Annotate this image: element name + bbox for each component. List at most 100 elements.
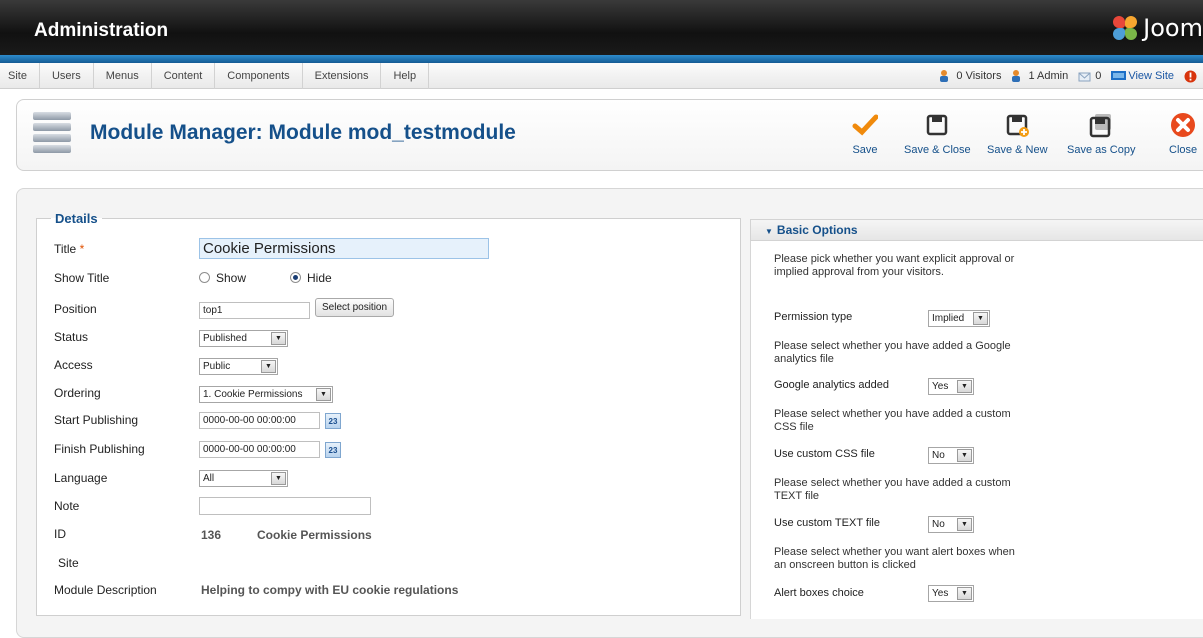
title-input[interactable]: Cookie Permissions (199, 238, 489, 259)
custom-text-select[interactable]: No ▼ (928, 516, 974, 533)
start-publishing-input[interactable]: 0000-00-00 00:00:00 (199, 412, 320, 429)
ordering-select[interactable]: 1. Cookie Permissions ▼ (199, 386, 333, 403)
joomla-logo-text: Joom (1143, 14, 1203, 42)
permission-description: Please pick whether you want explicit ap… (774, 253, 1015, 278)
view-site-link[interactable]: View Site (1111, 70, 1174, 82)
menu-item-menus[interactable]: Menus (94, 63, 152, 89)
custom-css-label: Use custom CSS file (774, 448, 875, 460)
position-input[interactable]: top1 (199, 302, 310, 319)
position-label: Position (54, 302, 97, 316)
menu-item-components[interactable]: Components (215, 63, 303, 89)
calendar-icon[interactable]: 23 (325, 442, 341, 458)
save-copy-icon (1088, 112, 1114, 138)
admin-icon (1011, 70, 1024, 82)
save-new-icon (1004, 112, 1030, 138)
save-copy-label: Save as Copy (1067, 144, 1136, 156)
admins-status[interactable]: 1 Admin (1011, 70, 1068, 82)
main-menu: Site Users Menus Content Components Exte… (0, 63, 430, 89)
custom-css-select[interactable]: No ▼ (928, 447, 974, 464)
module-description-value: Helping to compy with EU cookie regulati… (201, 583, 459, 597)
show-option-label: Show (216, 271, 247, 285)
basic-options-header[interactable]: ▼ Basic Options (750, 219, 1203, 241)
chevron-down-icon: ▼ (271, 332, 286, 345)
chevron-down-icon: ▼ (316, 388, 331, 401)
details-fieldset: Details (36, 211, 741, 616)
start-publishing-label: Start Publishing (54, 413, 139, 427)
hide-option-label: Hide (307, 271, 332, 285)
google-analytics-label: Google analytics added (774, 379, 889, 391)
chevron-down-icon: ▼ (957, 380, 972, 393)
save-close-button[interactable]: Save & Close (904, 112, 971, 156)
select-position-button[interactable]: Select position (315, 298, 395, 317)
visitors-status[interactable]: 0 Visitors (939, 70, 1001, 82)
messages-status[interactable]: 0 (1078, 70, 1101, 82)
language-select[interactable]: All ▼ (199, 470, 288, 487)
site-label: Site (58, 556, 79, 570)
chevron-down-icon: ▼ (957, 449, 972, 462)
menu-item-extensions[interactable]: Extensions (303, 63, 382, 89)
menu-item-site[interactable]: Site (0, 63, 40, 89)
note-input[interactable] (199, 497, 371, 515)
monitor-icon (1111, 70, 1127, 82)
calendar-icon[interactable]: 23 (325, 413, 341, 429)
id-value: 136 (201, 528, 222, 542)
close-label: Close (1169, 144, 1198, 156)
close-icon (1170, 112, 1196, 138)
admin-title: Administration (34, 20, 169, 41)
basic-options-title: Basic Options (776, 223, 858, 237)
expand-triangle-icon: ▼ (765, 227, 773, 236)
view-site-label: View Site (1128, 70, 1174, 82)
visitors-count: 0 Visitors (956, 70, 1002, 82)
hide-radio[interactable] (290, 272, 301, 283)
show-title-show-option[interactable]: Show (199, 271, 246, 285)
details-legend: Details (55, 211, 98, 226)
permission-type-select[interactable]: Implied ▼ (928, 310, 990, 327)
logout-status[interactable] (1184, 70, 1201, 83)
finish-publishing-input[interactable]: 0000-00-00 00:00:00 (199, 441, 320, 458)
visitors-icon (939, 70, 952, 82)
google-analytics-select[interactable]: Yes ▼ (928, 378, 974, 395)
menu-item-content[interactable]: Content (152, 63, 216, 89)
main-menu-bar: Site Users Menus Content Components Exte… (0, 63, 1203, 89)
messages-count: 0 (1095, 70, 1102, 82)
note-label: Note (54, 499, 80, 513)
chevron-down-icon: ▼ (957, 587, 972, 600)
language-value: All (203, 472, 215, 484)
title-label: Title * (54, 242, 84, 256)
finish-publishing-label: Finish Publishing (54, 442, 145, 456)
custom-text-description: Please select whether you have added a c… (774, 477, 1011, 502)
custom-text-label: Use custom TEXT file (774, 517, 880, 529)
checkmark-icon (852, 112, 879, 138)
alert-boxes-select[interactable]: Yes ▼ (928, 585, 974, 602)
save-close-icon (924, 112, 950, 138)
logout-icon (1184, 70, 1197, 83)
permission-type-value: Implied (932, 312, 965, 324)
save-copy-button[interactable]: Save as Copy (1067, 112, 1135, 156)
save-new-label: Save & New (987, 144, 1048, 156)
custom-css-description: Please select whether you have added a c… (774, 408, 1011, 433)
save-new-button[interactable]: Save & New (987, 112, 1048, 156)
status-select[interactable]: Published ▼ (199, 330, 288, 347)
show-title-label: Show Title (54, 271, 110, 285)
menu-item-users[interactable]: Users (40, 63, 94, 89)
title-label-text: Title (54, 242, 77, 256)
access-select[interactable]: Public ▼ (199, 358, 278, 375)
chevron-down-icon: ▼ (957, 518, 972, 531)
joomla-logo-icon (1111, 14, 1139, 42)
permission-type-label: Permission type (774, 311, 853, 323)
close-button[interactable]: Close (1169, 112, 1197, 156)
chevron-down-icon: ▼ (973, 312, 988, 325)
alert-boxes-label: Alert boxes choice (774, 587, 864, 599)
mail-icon (1078, 70, 1091, 82)
custom-css-value: No (932, 449, 945, 461)
menu-item-help[interactable]: Help (381, 63, 430, 89)
google-analytics-value: Yes (932, 380, 949, 392)
joomla-logo[interactable]: Joom (1111, 13, 1203, 43)
show-radio[interactable] (199, 272, 210, 283)
module-manager-icon (33, 112, 71, 156)
toolbar-panel: Module Manager: Module mod_testmodule Sa… (16, 99, 1203, 171)
save-button[interactable]: Save (852, 112, 879, 156)
page-title: Module Manager: Module mod_testmodule (90, 121, 516, 144)
show-title-hide-option[interactable]: Hide (290, 271, 332, 285)
id-label: ID (54, 527, 66, 541)
